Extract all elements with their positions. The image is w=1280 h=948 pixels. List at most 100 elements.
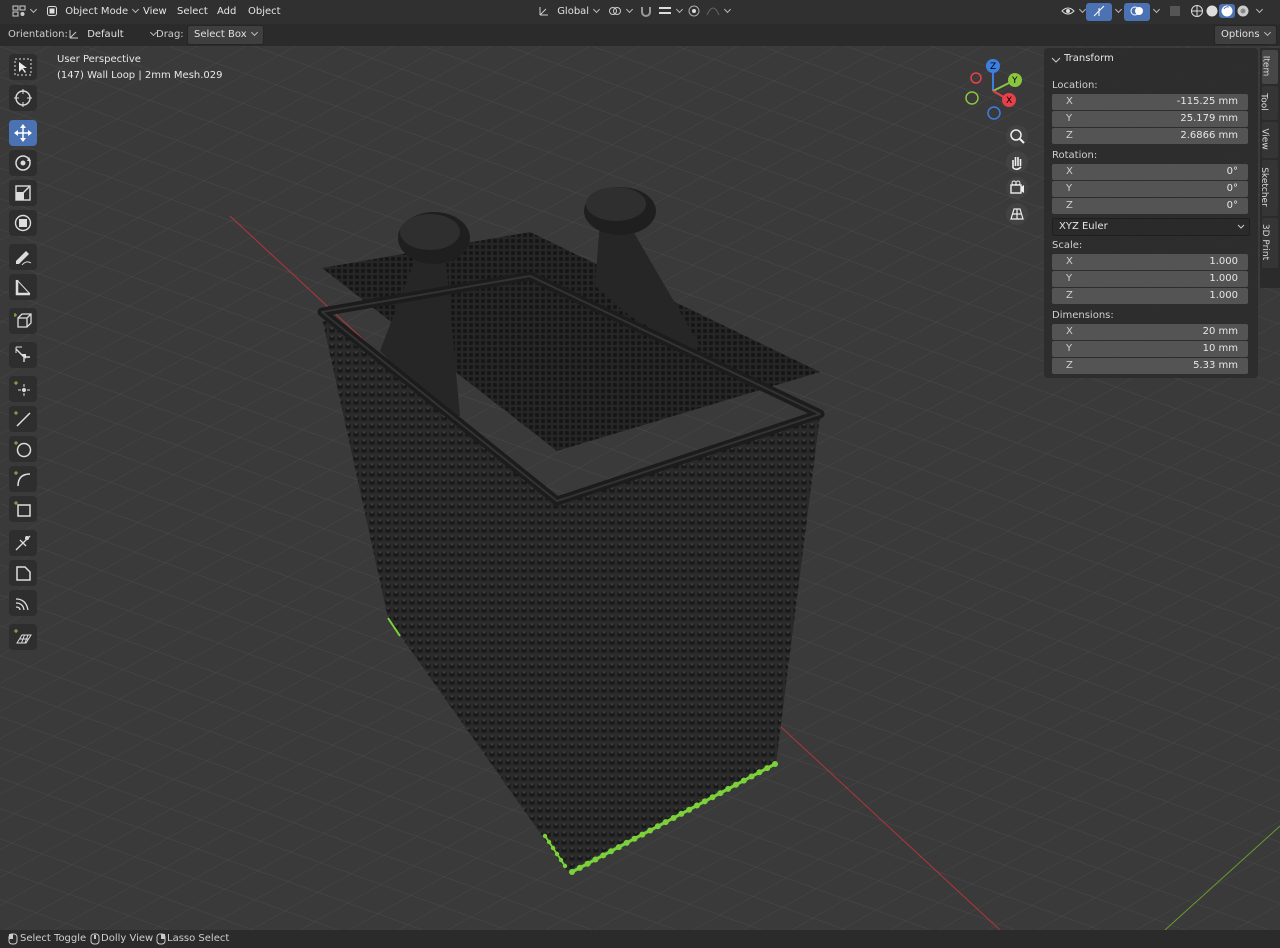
dimensions-x-value: 20 mm: [1202, 326, 1238, 337]
scale-x-value: 1.000: [1209, 256, 1238, 267]
location-x-field[interactable]: X -115.25 mm: [1052, 94, 1248, 110]
location-z-field[interactable]: Z 2.6866 mm: [1052, 128, 1248, 144]
scale-z-field[interactable]: Z 1.000: [1052, 288, 1248, 304]
options-label: Options: [1221, 29, 1260, 40]
editor-type-selector[interactable]: [6, 3, 42, 21]
transform-tool[interactable]: [9, 210, 37, 236]
dimensions-x-field[interactable]: X 20 mm: [1052, 324, 1248, 340]
selected-vertex: [600, 852, 607, 859]
tab-sketcher-label: Sketcher: [1258, 167, 1269, 207]
location-x-value: -115.25 mm: [1176, 96, 1238, 107]
extrude-tool[interactable]: [9, 342, 37, 368]
gizmo-z-label: Z: [990, 62, 996, 72]
dimensions-z-field[interactable]: Z 5.33 mm: [1052, 358, 1248, 374]
rotation-z-field[interactable]: Z 0°: [1052, 198, 1248, 214]
annotate-tool[interactable]: [9, 244, 37, 270]
overlays-icon: [1130, 6, 1143, 16]
selected-vertex: [550, 845, 556, 851]
menu-select[interactable]: Select: [177, 3, 208, 21]
add-arc-tool[interactable]: [9, 466, 37, 492]
pan-button[interactable]: [1006, 151, 1028, 173]
status-bar: Select Toggle Dolly View Lasso Select: [0, 930, 1280, 948]
zoom-button[interactable]: [1006, 125, 1028, 147]
add-rectangle-tool[interactable]: [9, 496, 37, 522]
scale-tool[interactable]: [9, 180, 37, 206]
tab-item-label: Item: [1260, 55, 1271, 77]
options-button[interactable]: Options: [1214, 25, 1277, 45]
axes-icon: [69, 30, 78, 39]
perspective-toggle-button[interactable]: [1006, 203, 1028, 225]
menu-object[interactable]: Object: [248, 3, 281, 21]
link-icon: [609, 7, 621, 15]
offset-tool[interactable]: [9, 590, 37, 616]
select-box-tool[interactable]: [9, 54, 37, 80]
add-cube-tool[interactable]: [9, 308, 37, 334]
tab-sketcher[interactable]: Sketcher: [1258, 160, 1278, 216]
move-arrows-icon: [14, 124, 32, 142]
drag-selector[interactable]: Select Box: [187, 25, 264, 45]
sidebar-tabs: Item Tool View Sketcher 3D Print: [1258, 48, 1280, 288]
add-grid-tool[interactable]: [9, 624, 37, 650]
location-label: Location:: [1052, 80, 1098, 91]
camera-view-button[interactable]: [1006, 177, 1028, 199]
tab-3d-print[interactable]: 3D Print: [1260, 218, 1278, 268]
status-middle-hint: Dolly View: [101, 933, 154, 944]
select-cursor-icon: [14, 58, 32, 76]
add-circle-tool[interactable]: [9, 436, 37, 462]
move-tool[interactable]: [9, 120, 37, 146]
gizmo-y-label: Y: [1011, 76, 1018, 86]
proportional-falloff-selector[interactable]: [700, 3, 736, 21]
bevel-tool[interactable]: [9, 560, 37, 586]
gizmo-icon: [1093, 5, 1105, 17]
overlays-dropdown[interactable]: [1143, 3, 1165, 21]
transform-orientation-selector[interactable]: Global: [532, 3, 605, 21]
rotation-x-field[interactable]: X 0°: [1052, 164, 1248, 180]
measure-tool[interactable]: [9, 274, 37, 300]
shading-modes[interactable]: [1184, 3, 1268, 21]
status-right-hint: Lasso Select: [167, 933, 230, 944]
trim-tool[interactable]: [9, 530, 37, 556]
orientation-selector[interactable]: Default: [62, 26, 162, 44]
mode-selector[interactable]: Object Mode: [40, 3, 144, 21]
proportional-edit-icon: [688, 5, 700, 17]
offset-icon: [15, 598, 29, 611]
selected-vertex: [608, 848, 615, 855]
navigation-gizmo[interactable]: Z Y X: [960, 56, 1030, 126]
shading-icons: [1191, 4, 1249, 18]
transform-panel: Transform Location: X -115.25 mm Y 25.179 …: [1044, 48, 1258, 378]
scale-x-field[interactable]: X 1.000: [1052, 254, 1248, 270]
tab-item[interactable]: Item: [1260, 50, 1278, 84]
selected-vertex: [558, 857, 564, 863]
tab-view[interactable]: View: [1259, 122, 1278, 158]
scale-y-field[interactable]: Y 1.000: [1052, 271, 1248, 287]
selected-vertex: [732, 781, 739, 788]
transform-icon: [14, 214, 32, 232]
pivot-point-selector[interactable]: [602, 3, 638, 21]
rotate-tool[interactable]: [9, 150, 37, 176]
selected-vertex: [725, 785, 732, 792]
selected-vertex: [756, 769, 763, 776]
location-z-value: 2.6866 mm: [1180, 130, 1238, 141]
menu-view[interactable]: View: [143, 3, 167, 21]
falloff-curve-icon: [706, 7, 720, 16]
crosshair-icon: [14, 89, 32, 107]
cursor-tool[interactable]: [9, 85, 37, 111]
orientation-value: Default: [87, 29, 124, 40]
location-y-field[interactable]: Y 25.179 mm: [1052, 111, 1248, 127]
menu-add[interactable]: Add: [217, 3, 236, 21]
chevron-down-icon[interactable]: [1051, 55, 1061, 65]
selected-vertex: [623, 839, 630, 846]
line-add-icon: [14, 411, 31, 427]
rotation-y-field[interactable]: Y 0°: [1052, 181, 1248, 197]
add-point-tool[interactable]: [9, 376, 37, 402]
selected-vertex: [542, 833, 548, 839]
rotation-mode-selector[interactable]: XYZ Euler: [1052, 218, 1250, 236]
tab-tool[interactable]: Tool: [1259, 86, 1278, 120]
selected-vertex: [554, 851, 560, 857]
mouse-left-icon: [8, 933, 18, 945]
dimensions-y-field[interactable]: Y 10 mm: [1052, 341, 1248, 357]
scale-y-value: 1.000: [1209, 273, 1238, 284]
add-line-tool[interactable]: [9, 406, 37, 432]
snap-increment-icon: [659, 7, 671, 14]
tab-view-label: View: [1259, 128, 1270, 150]
